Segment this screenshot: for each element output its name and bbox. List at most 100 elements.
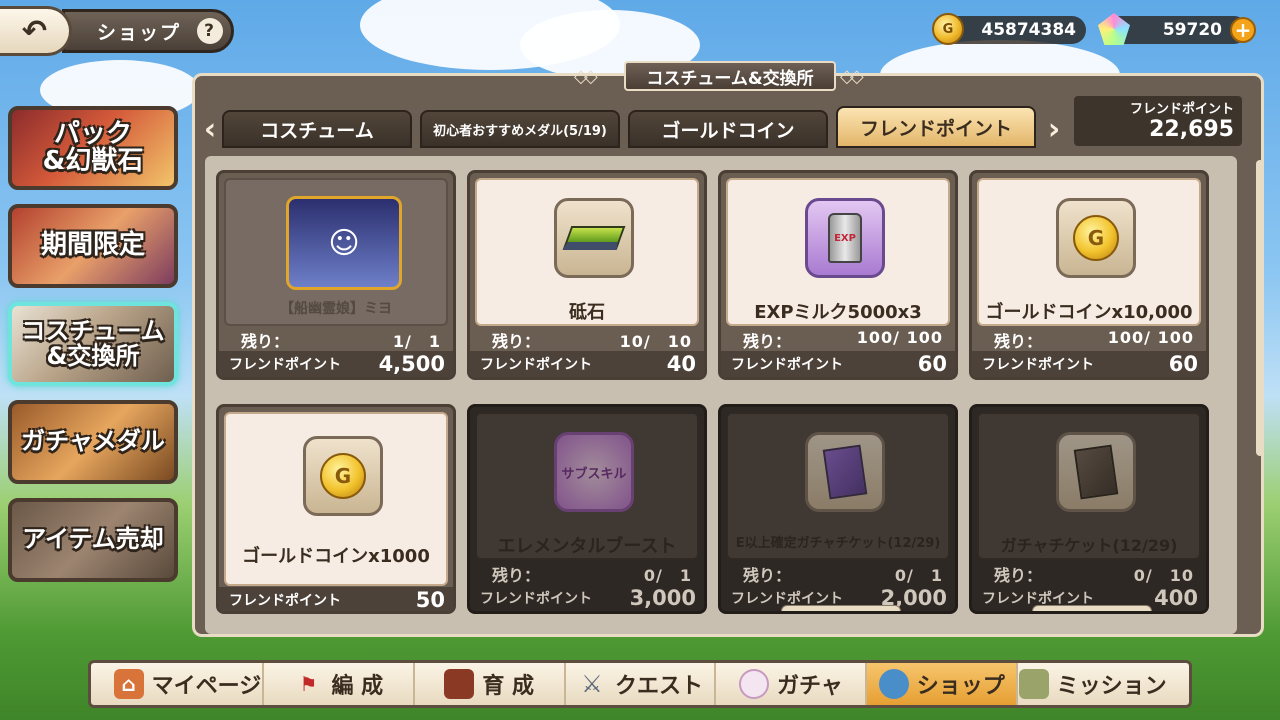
nav-my-page[interactable]: ⌂ マイページ bbox=[113, 663, 264, 705]
back-button[interactable]: ↶ bbox=[0, 6, 72, 56]
sidebar-item-label: ガチャメダル bbox=[21, 427, 165, 456]
price-label: フレンドポイント bbox=[229, 357, 341, 373]
nav-formation[interactable]: ⚑ 編 成 bbox=[264, 663, 415, 705]
coin-shape: G bbox=[1073, 215, 1119, 261]
price-value: 4,500 bbox=[378, 352, 445, 376]
ticket-shape bbox=[822, 444, 868, 500]
gold-counter: G 45874384 bbox=[932, 13, 1086, 45]
nav-label: 育 成 bbox=[482, 674, 534, 699]
nav-label: クエスト bbox=[615, 674, 704, 699]
gold-coin-icon: G bbox=[1056, 198, 1136, 278]
sidebar-item-label: アイテム売却 bbox=[22, 525, 164, 554]
tab-next-arrow-icon[interactable]: › bbox=[1044, 112, 1064, 147]
nav-gacha[interactable]: ガチャ bbox=[716, 663, 868, 705]
bottom-navigation: ⌂ マイページ ⚑ 編 成 育 成 ⚔ クエスト ガチャ ショップ ミッション bbox=[88, 660, 1192, 708]
whetstone-shape bbox=[562, 226, 626, 250]
price-label: フレンドポイント bbox=[982, 357, 1094, 373]
shop-item-card[interactable]: G ゴールドコインx10,000 残り： 100/ 100 フレンドポイント 60 bbox=[969, 170, 1209, 380]
stock-value: 100/ 100 bbox=[1107, 328, 1194, 347]
sidebar-item-gacha-medal[interactable]: ガチャメダル bbox=[8, 400, 178, 484]
sub-skill-icon: サブスキル bbox=[554, 432, 634, 512]
stock-label: 残り： bbox=[994, 332, 1043, 351]
nav-shop[interactable]: ショップ bbox=[867, 663, 1019, 705]
nav-label: ガチャ bbox=[776, 674, 843, 699]
nav-mission[interactable]: ミッション bbox=[1018, 663, 1167, 705]
sidebar-item-pack[interactable]: パック &幻獣石 bbox=[8, 106, 178, 190]
stock-value: 100/ 100 bbox=[856, 328, 943, 347]
price-value: 60 bbox=[1168, 352, 1198, 376]
shop-item-card[interactable]: E以上確定ガチャチケット(12/29) 残り： 0/ 1 フレンドポイント 2,00… bbox=[718, 404, 958, 614]
shop-item-card[interactable]: ☺ 【船幽霊娘】ミヨ 残り： 1/ 1 フレンドポイント 4,500 bbox=[216, 170, 456, 380]
gold-coin-icon: G bbox=[932, 13, 964, 45]
item-name: 砥石 bbox=[569, 302, 605, 323]
item-name: EXPミルク5000x3 bbox=[754, 302, 922, 323]
stock-label: 残り： bbox=[743, 566, 792, 585]
shop-item-card[interactable]: 砥石 残り： 10/ 10 フレンドポイント 40 bbox=[467, 170, 707, 380]
sidebar-item-label: コスチューム &交換所 bbox=[21, 316, 165, 370]
shop-item-card[interactable]: サブスキル エレメンタルブースト 残り： 0/ 1 フレンドポイント 3,000 bbox=[467, 404, 707, 614]
tab-gold-coin[interactable]: ゴールドコイン bbox=[628, 110, 828, 148]
nav-label: ミッション bbox=[1056, 674, 1167, 699]
gacha-ticket-brown-icon bbox=[1056, 432, 1136, 512]
shop-item-card[interactable]: EXP EXPミルク5000x3 残り： 100/ 100 フレンドポイント 60 bbox=[718, 170, 958, 380]
price-label: フレンドポイント bbox=[480, 357, 592, 373]
egg-icon bbox=[738, 669, 769, 699]
price-value: 3,000 bbox=[629, 586, 696, 610]
nav-training[interactable]: 育 成 bbox=[415, 663, 566, 705]
title-ornament-left: ◇◇ bbox=[574, 66, 598, 87]
shop-item-card[interactable]: ガチャチケット(12/29) 残り： 0/ 10 フレンドポイント 400 bbox=[969, 404, 1209, 614]
price-label: フレンドポイント bbox=[731, 357, 843, 373]
milk-can-shape: EXP bbox=[828, 213, 862, 263]
price-label: フレンドポイント bbox=[480, 591, 592, 607]
gold-coin-icon: G bbox=[303, 436, 383, 516]
item-name: ゴールドコインx1000 bbox=[242, 546, 430, 567]
stock-value: 0/ 10 bbox=[1133, 566, 1194, 585]
stock-label: 残り： bbox=[994, 566, 1043, 585]
character-portrait-icon: ☺ bbox=[286, 196, 402, 290]
remaining-time-tag bbox=[1032, 605, 1152, 611]
tab-friend-point[interactable]: フレンドポイント bbox=[836, 106, 1036, 148]
gem-icon bbox=[1098, 13, 1130, 45]
gem-counter: 59720 + bbox=[1098, 13, 1256, 45]
scroll-icon bbox=[1018, 669, 1049, 699]
nav-label: ショップ bbox=[916, 674, 1005, 699]
whetstone-icon bbox=[554, 198, 634, 278]
stock-label: 残り： bbox=[743, 332, 792, 351]
tab-costume[interactable]: コスチューム bbox=[222, 110, 412, 148]
portrait-glyph: ☺ bbox=[328, 225, 360, 261]
gem-amount: 59720 bbox=[1162, 20, 1222, 40]
stock-label: 残り： bbox=[241, 332, 290, 351]
tab-prev-arrow-icon[interactable]: ‹ bbox=[200, 112, 220, 147]
tab-beginner-medal[interactable]: 初心者おすすめメダル(5/19) bbox=[420, 110, 620, 148]
stock-value: 0/ 1 bbox=[643, 566, 692, 585]
title-ornament-right: ◇◇ bbox=[840, 66, 864, 87]
item-name: 【船幽霊娘】ミヨ bbox=[280, 301, 392, 317]
shop-item-card[interactable]: G ゴールドコインx1000 フレンドポイント 50 bbox=[216, 404, 456, 614]
gacha-ticket-purple-icon bbox=[805, 432, 885, 512]
item-name: ゴールドコインx10,000 bbox=[985, 302, 1193, 323]
sidebar-item-sell[interactable]: アイテム売却 bbox=[8, 498, 178, 582]
ticket-shape bbox=[1073, 444, 1119, 500]
price-value: 60 bbox=[917, 352, 947, 376]
stock-value: 10/ 10 bbox=[619, 332, 692, 351]
sidebar-item-limited[interactable]: 期間限定 bbox=[8, 204, 178, 288]
mushroom-house-icon: ⌂ bbox=[113, 669, 144, 699]
friend-point-balance: フレンドポイント 22,695 bbox=[1074, 96, 1242, 146]
crossed-swords-icon: ⚔ bbox=[581, 670, 603, 698]
sidebar-item-costume-exchange[interactable]: コスチューム &交換所 bbox=[8, 302, 178, 386]
item-list-scrollbar[interactable] bbox=[1256, 160, 1264, 456]
nav-label: マイページ bbox=[151, 674, 262, 699]
exp-milk-can-icon: EXP bbox=[805, 198, 885, 278]
coin-shape: G bbox=[320, 453, 366, 499]
panel-title: コスチューム&交換所 bbox=[624, 61, 836, 91]
nav-quest[interactable]: ⚔ クエスト bbox=[566, 663, 717, 705]
book-icon bbox=[444, 669, 475, 699]
friend-point-label: フレンドポイント bbox=[1129, 102, 1234, 117]
gold-amount: 45874384 bbox=[981, 20, 1076, 40]
bag-icon bbox=[878, 669, 909, 699]
add-gems-button[interactable]: + bbox=[1230, 17, 1256, 43]
stock-value: 0/ 1 bbox=[894, 566, 943, 585]
item-name: エレメンタルブースト bbox=[497, 536, 677, 557]
help-icon[interactable]: ? bbox=[197, 18, 223, 44]
remaining-time-tag bbox=[781, 605, 901, 611]
